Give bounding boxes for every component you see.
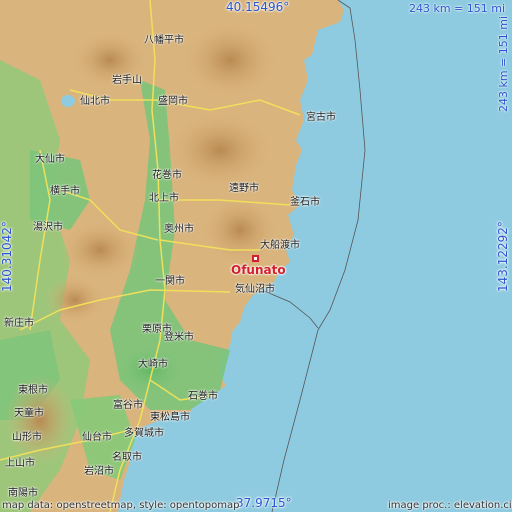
place-label: 北上市 — [149, 193, 179, 204]
place-label: 仙台市 — [82, 432, 112, 443]
coord-left: 140.31042° — [0, 221, 14, 292]
place-label: 宮古市 — [306, 112, 336, 123]
scale-horizontal: 243 km = 151 mi — [409, 2, 506, 15]
target-label: Ofunato — [231, 263, 286, 277]
place-label: 花巻市 — [152, 170, 182, 181]
place-label: 天童市 — [14, 408, 44, 419]
place-label: 山形市 — [12, 432, 42, 443]
place-label: 仙北市 — [80, 96, 110, 107]
map[interactable]: 八幡平市 岩手山 仙北市 盛岡市 宮古市 大仙市 花巻市 遠野市 釜石市 横手市… — [0, 0, 512, 512]
place-label: 富谷市 — [113, 400, 143, 411]
coord-right: 143.12292° — [496, 221, 510, 292]
place-label: 盛岡市 — [158, 96, 188, 107]
place-label: 岩沼市 — [84, 466, 114, 477]
place-label: 新庄市 — [4, 318, 34, 329]
place-label: 東松島市 — [150, 412, 190, 423]
place-label: 遠野市 — [229, 183, 259, 194]
attribution-processing: image proc.: elevation.city — [388, 500, 512, 511]
place-label: 釜石市 — [290, 197, 320, 208]
place-label: 大仙市 — [35, 154, 65, 165]
attribution-map: map data: openstreetmap, style: opentopo… — [2, 500, 240, 511]
coord-bottom: 37.9715° — [236, 496, 292, 510]
place-label: 岩手山 — [112, 75, 142, 86]
location-marker[interactable] — [252, 255, 259, 262]
place-label: 上山市 — [5, 458, 35, 469]
place-label: 気仙沼市 — [235, 284, 275, 295]
place-label: 名取市 — [112, 452, 142, 463]
place-label: 湯沢市 — [33, 222, 63, 233]
place-label: 南陽市 — [8, 488, 38, 499]
place-label: 大船渡市 — [260, 240, 300, 251]
scale-vertical: 243 km = 151 mi — [497, 15, 510, 112]
place-label: 奥州市 — [164, 224, 194, 235]
place-label: 登米市 — [164, 332, 194, 343]
place-label: 横手市 — [50, 186, 80, 197]
place-label: 石巻市 — [188, 391, 218, 402]
place-label: 東根市 — [18, 385, 48, 396]
place-label: 八幡平市 — [144, 35, 184, 46]
place-label: 一関市 — [155, 276, 185, 287]
place-label: 大崎市 — [138, 359, 168, 370]
coord-top: 40.15496° — [226, 0, 290, 14]
place-label: 多賀城市 — [124, 428, 164, 439]
